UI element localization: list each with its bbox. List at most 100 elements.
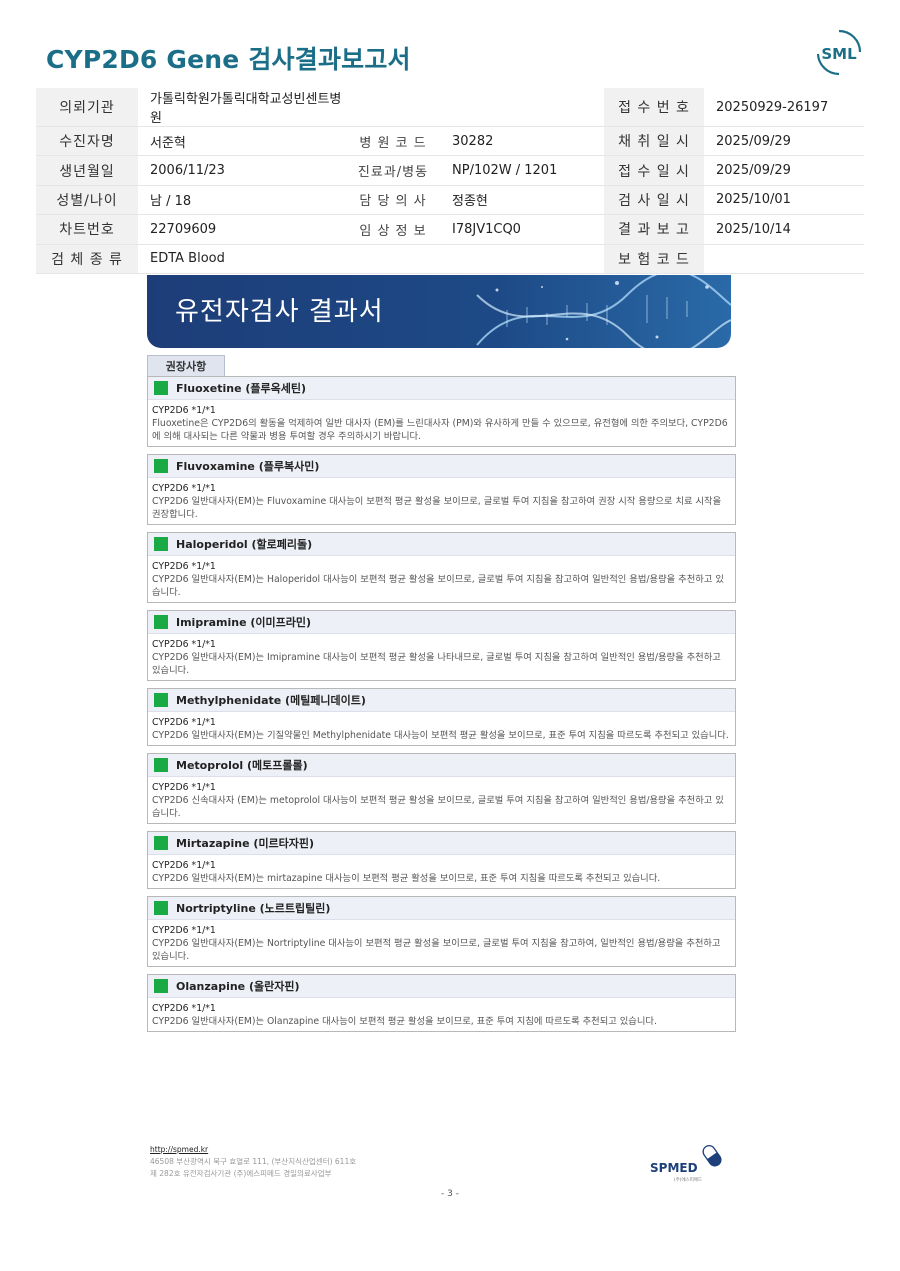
recommendation-header: Methylphenidate (메틸페니데이트) <box>148 689 735 712</box>
info-value: 2025/10/01 <box>704 185 864 216</box>
drug-name: Fluvoxamine (플루복사민) <box>176 460 320 473</box>
drug-name: Fluoxetine (플루옥세틴) <box>176 382 307 395</box>
drug-name: Nortriptyline (노르트립틸린) <box>176 902 331 915</box>
info-value: 남 / 18 <box>138 185 342 216</box>
genotype: CYP2D6 *1/*1 <box>152 405 216 416</box>
drug-name: Mirtazapine (미르타자핀) <box>176 837 315 850</box>
green-square-icon <box>154 459 168 473</box>
spmed-logo-subtext: (주)에스피메드 <box>674 1176 702 1183</box>
info-value: 2025/09/29 <box>704 155 864 186</box>
recommendation-text: CYP2D6 일반대사자(EM)는 Nortriptyline 대사능이 보편적… <box>152 938 721 962</box>
recommendation-body: CYP2D6 *1/*1 CYP2D6 일반대사자(EM)는 Nortriptyl… <box>148 920 735 966</box>
recommendation-header: Haloperidol (할로페리돌) <box>148 533 735 556</box>
info-label: 검 사 일 시 <box>604 185 704 216</box>
recommendation-text: CYP2D6 일반대사자(EM)는 Imipramine 대사능이 보편적 평균… <box>152 652 721 676</box>
info-row: 의뢰기관 가톨릭학원가톨릭대학교성빈센트병원 접 수 번 호 20250929-261… <box>36 88 864 127</box>
footer-info: http://spmed.kr 46508 부산광역시 북구 효열로 111, … <box>150 1144 356 1180</box>
green-square-icon <box>154 537 168 551</box>
banner-title: 유전자검사 결과서 <box>175 297 384 327</box>
recommendation-item: Nortriptyline (노르트립틸린) CYP2D6 *1/*1 CYP2D6… <box>147 896 736 967</box>
genotype: CYP2D6 *1/*1 <box>152 925 216 936</box>
info-value: 30282 <box>444 126 604 157</box>
recommendation-header: Fluvoxamine (플루복사민) <box>148 455 735 478</box>
recommendation-header: Olanzapine (올란자핀) <box>148 975 735 998</box>
info-value: 20250929-26197 <box>704 88 864 127</box>
recommendation-body: CYP2D6 *1/*1 CYP2D6 일반대사자(EM)는 Imipramine… <box>148 634 735 680</box>
recommendation-text: CYP2D6 일반대사자(EM)는 Olanzapine 대사능이 보편적 평균… <box>152 1016 657 1027</box>
info-row: 성별/나이 남 / 18 담 당 의 사 정종현 검 사 일 시 2025/10/01 <box>36 185 864 216</box>
info-label: 접 수 일 시 <box>604 155 704 186</box>
info-label: 결 과 보 고 <box>604 214 704 245</box>
recommendation-text: CYP2D6 일반대사자(EM)는 mirtazapine 대사능이 보편적 평… <box>152 873 661 884</box>
recommendation-item: Metoprolol (메토프롤롤) CYP2D6 *1/*1 CYP2D6 신속대… <box>147 753 736 824</box>
genotype: CYP2D6 *1/*1 <box>152 860 216 871</box>
recommendation-item: Fluvoxamine (플루복사민) CYP2D6 *1/*1 CYP2D6 일반… <box>147 454 736 525</box>
info-value <box>444 244 604 274</box>
info-label: 성별/나이 <box>36 185 138 216</box>
info-label <box>342 88 444 127</box>
recommendation-text: CYP2D6 일반대사자(EM)는 기질약물인 Methylphenidate … <box>152 730 729 741</box>
info-label: 생년월일 <box>36 155 138 186</box>
info-label: 의뢰기관 <box>36 88 138 127</box>
info-value: 가톨릭학원가톨릭대학교성빈센트병원 <box>138 88 342 127</box>
recommendations-list: Fluoxetine (플루옥세틴) CYP2D6 *1/*1 Fluoxetine… <box>147 376 736 1039</box>
green-square-icon <box>154 836 168 850</box>
recommendation-item: Methylphenidate (메틸페니데이트) CYP2D6 *1/*1 CYP… <box>147 688 736 746</box>
info-label: 수진자명 <box>36 126 138 157</box>
info-label <box>342 244 444 274</box>
recommendation-body: CYP2D6 *1/*1 CYP2D6 일반대사자(EM)는 Fluvoxamin… <box>148 478 735 524</box>
drug-name: Methylphenidate (메틸페니데이트) <box>176 694 366 707</box>
green-square-icon <box>154 901 168 915</box>
recommendation-text: CYP2D6 일반대사자(EM)는 Haloperidol 대사능이 보편적 평… <box>152 574 724 598</box>
recommendation-item: Haloperidol (할로페리돌) CYP2D6 *1/*1 CYP2D6 일반… <box>147 532 736 603</box>
green-square-icon <box>154 381 168 395</box>
drug-name: Olanzapine (올란자핀) <box>176 980 300 993</box>
info-label: 차트번호 <box>36 214 138 245</box>
info-label: 접 수 번 호 <box>604 88 704 127</box>
info-row: 생년월일 2006/11/23 진료과/병동 NP/102W / 1201 접 수 일 … <box>36 155 864 186</box>
info-value: 2025/10/14 <box>704 214 864 245</box>
info-value: 2006/11/23 <box>138 155 342 186</box>
footer-url-link[interactable]: http://spmed.kr <box>150 1144 356 1156</box>
info-row: 수진자명 서준혁 병 원 코 드 30282 채 취 일 시 2025/09/29 <box>36 126 864 157</box>
recommendation-item: Olanzapine (올란자핀) CYP2D6 *1/*1 CYP2D6 일반대사… <box>147 974 736 1032</box>
info-label: 임 상 정 보 <box>342 214 444 245</box>
recommendation-text: CYP2D6 일반대사자(EM)는 Fluvoxamine 대사능이 보편적 평… <box>152 496 722 520</box>
recommendation-item: Fluoxetine (플루옥세틴) CYP2D6 *1/*1 Fluoxetine… <box>147 376 736 447</box>
green-square-icon <box>154 979 168 993</box>
sml-logo: SML <box>816 29 862 76</box>
info-label: 검 체 종 류 <box>36 244 138 274</box>
info-label: 채 취 일 시 <box>604 126 704 157</box>
recommendation-header: Imipramine (이미프라민) <box>148 611 735 634</box>
info-value: 서준혁 <box>138 126 342 157</box>
info-label: 담 당 의 사 <box>342 185 444 216</box>
patient-info-table: 의뢰기관 가톨릭학원가톨릭대학교성빈센트병원 접 수 번 호 20250929-261… <box>36 88 864 274</box>
genotype: CYP2D6 *1/*1 <box>152 717 216 728</box>
recommendation-body: CYP2D6 *1/*1 CYP2D6 일반대사자(EM)는 Haloperido… <box>148 556 735 602</box>
genotype: CYP2D6 *1/*1 <box>152 1003 216 1014</box>
drug-name: Metoprolol (메토프롤롤) <box>176 759 308 772</box>
tab-recommendations[interactable]: 권장사항 <box>147 355 225 376</box>
recommendation-body: CYP2D6 *1/*1 Fluoxetine은 CYP2D6의 활동을 억제하여… <box>148 400 735 446</box>
info-value <box>704 244 864 274</box>
info-value: 22709609 <box>138 214 342 245</box>
genotype: CYP2D6 *1/*1 <box>152 483 216 494</box>
genotype: CYP2D6 *1/*1 <box>152 561 216 572</box>
footer-registration: 제 282호 유전자검사기관 (주)에스피메드 경일의료사업부 <box>150 1169 332 1178</box>
info-value: I78JV1CQ0 <box>444 214 604 245</box>
document-title: CYP2D6 Gene 검사결과보고서 <box>46 45 411 74</box>
info-label: 진료과/병동 <box>342 155 444 186</box>
info-row: 검 체 종 류 EDTA Blood 보 험 코 드 <box>36 244 864 274</box>
drug-name: Haloperidol (할로페리돌) <box>176 538 313 551</box>
recommendation-item: Imipramine (이미프라민) CYP2D6 *1/*1 CYP2D6 일반대… <box>147 610 736 681</box>
spmed-logo: SPMED (주)에스피메드 <box>650 1144 722 1183</box>
recommendation-header: Metoprolol (메토프롤롤) <box>148 754 735 777</box>
info-value: 정종현 <box>444 185 604 216</box>
info-value: EDTA Blood <box>138 244 342 274</box>
info-value <box>444 88 604 127</box>
sml-logo-text: SML <box>821 45 857 63</box>
recommendation-header: Nortriptyline (노르트립틸린) <box>148 897 735 920</box>
recommendation-text: CYP2D6 신속대사자 (EM)는 metoprolol 대사능이 보편적 평… <box>152 795 724 819</box>
genotype: CYP2D6 *1/*1 <box>152 782 216 793</box>
footer-address: 46508 부산광역시 북구 효열로 111, (부산지식산업센터) 611호 <box>150 1157 357 1166</box>
